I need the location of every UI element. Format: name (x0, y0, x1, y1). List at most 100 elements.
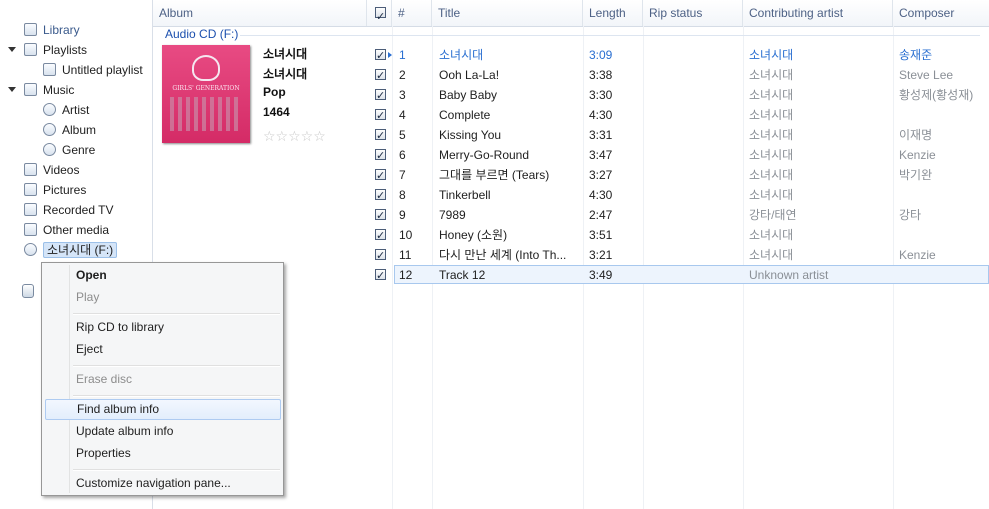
column-title[interactable]: Title (432, 0, 583, 26)
track-checkbox[interactable] (375, 166, 386, 186)
track-composer[interactable]: 강타 (899, 205, 989, 225)
track-composer[interactable]: Kenzie (899, 145, 989, 165)
track-checkbox[interactable] (375, 66, 386, 86)
album-genre[interactable]: Pop (263, 85, 286, 99)
expand-arrow-icon[interactable] (8, 47, 16, 52)
track-title[interactable]: 다시 만난 세계 (Into Th... (439, 245, 579, 265)
track-composer[interactable]: Kenzie (899, 245, 989, 265)
album-title[interactable]: 소녀시대 (263, 45, 307, 62)
track-artist[interactable]: 소녀시대 (749, 65, 891, 85)
track-checkbox[interactable] (375, 46, 386, 66)
menu-customize-navigation[interactable]: Customize navigation pane... (45, 473, 281, 494)
album-year[interactable]: 1464 (263, 105, 290, 119)
menu-update-album-info[interactable]: Update album info (45, 421, 281, 442)
track-composer[interactable]: 송재준 (899, 45, 989, 65)
track-row[interactable]: 11 다시 만난 세계 (Into Th... 3:21 소녀시대 Kenzie (372, 245, 989, 266)
nav-album[interactable]: Album (43, 120, 96, 140)
track-row[interactable]: 5 Kissing You 3:31 소녀시대 이재명 (372, 125, 989, 146)
track-title[interactable]: Baby Baby (439, 85, 579, 105)
track-artist[interactable]: 소녀시대 (749, 85, 891, 105)
track-length: 3:09 (589, 48, 613, 62)
expand-arrow-icon[interactable] (8, 87, 16, 92)
track-title[interactable]: Tinkerbell (439, 185, 579, 205)
nav-recorded-tv[interactable]: Recorded TV (24, 200, 113, 220)
track-artist[interactable]: 소녀시대 (749, 225, 891, 245)
track-row[interactable]: 6 Merry-Go-Round 3:47 소녀시대 Kenzie (372, 145, 989, 166)
nav-genre[interactable]: Genre (43, 140, 95, 160)
menu-eject[interactable]: Eject (45, 339, 281, 360)
nav-pictures[interactable]: Pictures (24, 180, 86, 200)
rating-stars[interactable]: ☆☆☆☆☆ (263, 128, 326, 145)
track-title[interactable]: Track 12 (439, 265, 579, 285)
nav-playlists[interactable]: Playlists (8, 40, 87, 60)
track-artist[interactable]: 소녀시대 (749, 185, 891, 205)
album-artist[interactable]: 소녀시대 (263, 65, 307, 82)
track-row[interactable]: 3 Baby Baby 3:30 소녀시대 황성제(황성재) (372, 85, 989, 106)
track-row[interactable]: 2 Ooh La-La! 3:38 소녀시대 Steve Lee (372, 65, 989, 86)
track-checkbox[interactable] (375, 226, 386, 246)
column-rip-status[interactable]: Rip status (643, 0, 743, 26)
track-artist[interactable]: 소녀시대 (749, 45, 891, 65)
track-composer[interactable]: 박기완 (899, 165, 989, 185)
menu-find-album-info[interactable]: Find album info (45, 399, 281, 420)
track-checkbox[interactable] (375, 246, 386, 266)
nav-cd-drive[interactable]: 소녀시대 (F:) (20, 240, 118, 260)
track-title[interactable]: 소녀시대 (439, 45, 579, 65)
track-row[interactable]: 10 Honey (소원) 3:51 소녀시대 (372, 225, 989, 246)
track-row[interactable]: 7 그대를 부르면 (Tears) 3:27 소녀시대 박기완 (372, 165, 989, 186)
track-checkbox[interactable] (375, 86, 386, 106)
column-number[interactable]: # (392, 0, 432, 26)
track-row[interactable]: 8 Tinkerbell 4:30 소녀시대 (372, 185, 989, 206)
track-checkbox[interactable] (375, 106, 386, 126)
track-artist[interactable]: 소녀시대 (749, 145, 891, 165)
nav-videos[interactable]: Videos (24, 160, 79, 180)
menu-properties[interactable]: Properties (45, 443, 281, 464)
track-title[interactable]: Honey (소원) (439, 225, 579, 245)
track-composer[interactable]: Steve Lee (899, 65, 989, 85)
track-title[interactable]: Kissing You (439, 125, 579, 145)
column-composer[interactable]: Composer (893, 0, 989, 26)
nav-untitled-playlist[interactable]: Untitled playlist (43, 60, 143, 80)
select-all-checkbox[interactable] (375, 4, 386, 30)
column-contributing-artist[interactable]: Contributing artist (743, 0, 893, 26)
track-length: 3:31 (589, 128, 613, 142)
track-row[interactable]: 1 소녀시대 3:09 소녀시대 송재준 (372, 45, 989, 66)
track-checkbox[interactable] (375, 126, 386, 146)
menu-rip-cd[interactable]: Rip CD to library (45, 317, 281, 338)
nav-other-media[interactable]: Other media (24, 220, 109, 240)
track-title[interactable]: Merry-Go-Round (439, 145, 579, 165)
artist-icon (43, 103, 56, 116)
menu-erase-disc[interactable]: Erase disc (45, 369, 281, 390)
column-length[interactable]: Length (583, 0, 643, 26)
track-number: 4 (399, 108, 406, 122)
track-composer[interactable]: 황성제(황성재) (899, 85, 989, 105)
other-libraries-icon[interactable] (22, 284, 34, 298)
track-artist[interactable]: 소녀시대 (749, 245, 891, 265)
track-artist[interactable]: 소녀시대 (749, 125, 891, 145)
column-album[interactable]: Album (153, 0, 367, 26)
track-artist[interactable]: 강타/태연 (749, 205, 891, 225)
track-checkbox[interactable] (375, 266, 386, 286)
track-title[interactable]: Complete (439, 105, 579, 125)
menu-play[interactable]: Play (45, 287, 281, 308)
track-row[interactable]: 4 Complete 4:30 소녀시대 (372, 105, 989, 126)
menu-separator (73, 469, 280, 471)
track-title[interactable]: 7989 (439, 205, 579, 225)
track-title[interactable]: Ooh La-La! (439, 65, 579, 85)
nav-library[interactable]: Library (24, 20, 80, 40)
nav-artist[interactable]: Artist (43, 100, 89, 120)
track-row[interactable]: 9 7989 2:47 강타/태연 강타 (372, 205, 989, 226)
track-artist[interactable]: 소녀시대 (749, 105, 891, 125)
track-title[interactable]: 그대를 부르면 (Tears) (439, 165, 579, 185)
track-artist[interactable]: 소녀시대 (749, 165, 891, 185)
track-row[interactable]: 12 Track 12 3:49 Unknown artist (372, 265, 989, 286)
nav-music[interactable]: Music (8, 80, 74, 100)
track-artist[interactable]: Unknown artist (749, 265, 891, 285)
track-checkbox[interactable] (375, 146, 386, 166)
track-checkbox[interactable] (375, 206, 386, 226)
album-art[interactable]: GIRLS' GENERATION (162, 45, 250, 143)
menu-open[interactable]: Open (45, 265, 281, 286)
column-checkbox[interactable] (367, 0, 392, 30)
track-checkbox[interactable] (375, 186, 386, 206)
track-composer[interactable]: 이재명 (899, 125, 989, 145)
